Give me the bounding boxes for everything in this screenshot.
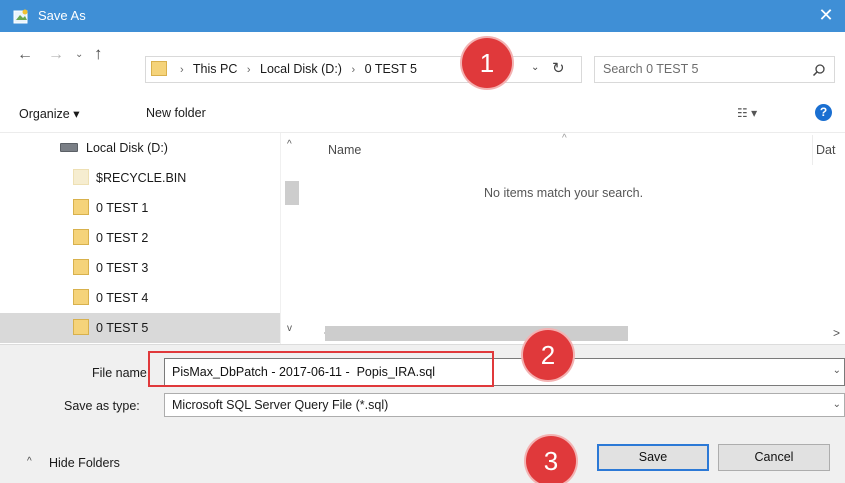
breadcrumb-separator-icon: › — [180, 64, 184, 76]
recent-locations-chevron-icon[interactable]: ⌄ — [75, 49, 83, 60]
tree-item-label: 0 TEST 4 — [96, 291, 149, 305]
file-name-label: File name: — [92, 366, 151, 380]
callout-badge-1: 1 — [462, 38, 512, 88]
change-view-icon[interactable]: ☷ ▾ — [737, 106, 757, 120]
breadcrumb-current-folder[interactable]: 0 TEST 5 — [365, 62, 417, 76]
tree-item-0-test-3[interactable]: 0 TEST 3 — [0, 253, 280, 283]
forward-arrow-icon[interactable]: → — [48, 46, 64, 64]
tree-item-label: 0 TEST 2 — [96, 231, 149, 245]
cancel-button[interactable]: Cancel — [718, 444, 830, 471]
navigation-pane: Local Disk (D:) $RECYCLE.BIN 0 TEST 1 0 … — [0, 133, 302, 344]
help-icon[interactable]: ? — [815, 104, 832, 121]
tree-item-0-test-5[interactable]: 0 TEST 5 — [0, 313, 280, 343]
tree-item-local-disk[interactable]: Local Disk (D:) — [0, 133, 280, 163]
save-as-type-value: Microsoft SQL Server Query File (*.sql) — [172, 398, 389, 412]
column-divider[interactable] — [812, 135, 813, 165]
callout-badge-2: 2 — [523, 330, 573, 380]
window-title: Save As — [38, 8, 86, 23]
empty-message: No items match your search. — [484, 186, 644, 200]
horizontal-scrollbar[interactable]: < > — [302, 322, 845, 344]
scroll-up-icon[interactable]: ^ — [287, 139, 292, 150]
folder-icon — [151, 61, 167, 76]
title-bar: Save As ✕ — [0, 0, 845, 32]
tree-item-label: $RECYCLE.BIN — [96, 171, 187, 185]
save-as-app-icon — [13, 9, 28, 24]
scroll-right-icon[interactable]: > — [833, 326, 840, 340]
save-as-type-dropdown-icon[interactable]: ⌄ — [833, 399, 841, 410]
save-as-type-label: Save as type: — [64, 399, 140, 413]
navigation-scrollbar[interactable]: ^ v — [280, 133, 302, 344]
tree-item-label: 0 TEST 1 — [96, 201, 149, 215]
save-as-type-select[interactable]: Microsoft SQL Server Query File (*.sql) … — [164, 393, 845, 417]
breadcrumb: › This PC › Local Disk (D:) › 0 TEST 5 — [174, 62, 417, 76]
new-folder-button[interactable]: New folder — [146, 106, 206, 120]
folder-icon — [73, 229, 89, 245]
close-icon[interactable]: ✕ — [807, 0, 845, 32]
save-button[interactable]: Save — [597, 444, 709, 471]
back-arrow-icon[interactable]: ← — [17, 46, 33, 64]
save-form-area: File name: ⌄ Save as type: Microsoft SQL… — [0, 344, 845, 483]
sort-ascending-icon: ^ — [562, 133, 567, 144]
tree-item-0-test-1[interactable]: 0 TEST 1 — [0, 193, 280, 223]
hide-folders-label: Hide Folders — [49, 456, 120, 470]
address-bar[interactable]: › This PC › Local Disk (D:) › 0 TEST 5 ⌄… — [145, 56, 582, 83]
folder-icon — [73, 169, 89, 185]
column-header-date[interactable]: Dat — [816, 143, 835, 157]
folder-icon — [73, 199, 89, 215]
breadcrumb-local-disk[interactable]: Local Disk (D:) — [260, 62, 342, 76]
breadcrumb-separator-icon[interactable]: › — [247, 64, 251, 76]
tree-item-label: 0 TEST 3 — [96, 261, 149, 275]
scrollbar-thumb[interactable] — [325, 326, 628, 341]
file-name-dropdown-icon[interactable]: ⌄ — [833, 365, 841, 376]
command-toolbar: Organize ▾ New folder ☷ ▾ ? — [0, 94, 845, 133]
file-list-pane: ^ Name Dat No items match your search. — [302, 133, 845, 344]
chevron-up-icon: ^ — [27, 456, 32, 467]
column-header-name[interactable]: Name — [328, 143, 361, 157]
address-row: ← → ⌄ ↑ › This PC › Local Disk (D:) › 0 … — [0, 32, 845, 94]
breadcrumb-this-pc[interactable]: This PC — [193, 62, 237, 76]
drive-icon — [60, 143, 78, 152]
address-dropdown-icon[interactable]: ⌄ — [531, 62, 539, 73]
up-arrow-icon[interactable]: ↑ — [94, 44, 103, 64]
organize-menu-button[interactable]: Organize ▾ — [19, 106, 79, 121]
folder-icon — [73, 259, 89, 275]
folder-icon — [73, 289, 89, 305]
search-placeholder: Search 0 TEST 5 — [603, 62, 699, 76]
tree-item-label: Local Disk (D:) — [86, 141, 168, 155]
refresh-icon[interactable]: ↻ — [552, 59, 565, 77]
tree-item-0-test-4[interactable]: 0 TEST 4 — [0, 283, 280, 313]
callout-badge-3: 3 — [526, 436, 576, 483]
scrollbar-thumb[interactable] — [285, 181, 299, 205]
search-icon[interactable] — [812, 63, 826, 77]
search-input[interactable]: Search 0 TEST 5 — [594, 56, 835, 83]
breadcrumb-separator-icon[interactable]: › — [351, 64, 355, 76]
tree-item-0-test-2[interactable]: 0 TEST 2 — [0, 223, 280, 253]
tree-item-recycle-bin[interactable]: $RECYCLE.BIN — [0, 163, 280, 193]
tree-item-label: 0 TEST 5 — [96, 321, 149, 335]
scroll-down-icon[interactable]: v — [287, 323, 292, 334]
folder-icon — [73, 319, 89, 335]
highlight-box — [148, 351, 494, 387]
